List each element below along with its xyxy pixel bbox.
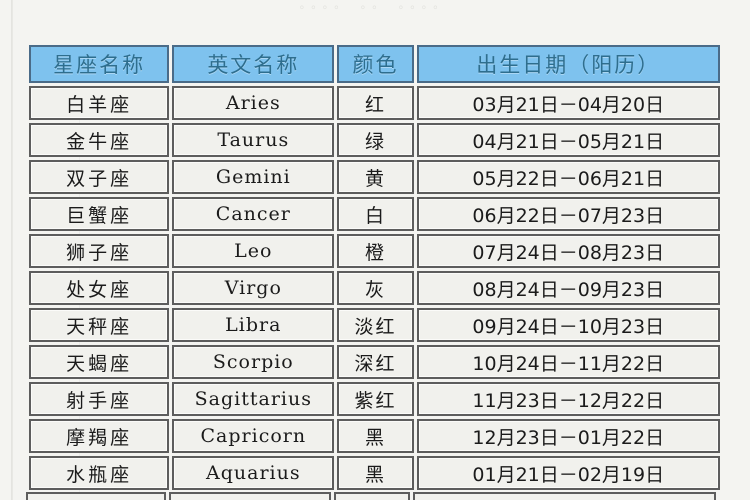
table-row: 金牛座 Taurus 绿 04月21日－05月21日 [29,123,720,157]
page-canvas: 。。。。 。。 。。。。 星座名称 英文名称 颜色 出生日期（阳历） 白羊座 Ar… [0,0,750,500]
cell-color: 灰 [337,271,414,305]
cell-en: Cancer [172,197,335,231]
cell-name: 双子座 [29,160,170,194]
table-row: 水瓶座 Aquarius 黑 01月21日－02月19日 [29,456,720,490]
cell-color: 黑 [337,419,414,453]
cell-date: 01月21日－02月19日 [416,456,720,490]
cell-color: 白 [337,197,414,231]
cell-en: Aries [172,86,335,120]
cell-date: 09月24日－10月23日 [416,308,720,342]
cell-date: 03月21日－04月20日 [416,86,720,120]
column-header-color: 颜色 [337,45,414,83]
cell-color: 深红 [337,345,414,379]
table-row: 白羊座 Aries 红 03月21日－04月20日 [29,86,720,120]
zodiac-sign-table: 星座名称 英文名称 颜色 出生日期（阳历） 白羊座 Aries 红 03月21日－04… [26,42,723,493]
clipped-bottom-row [26,492,723,500]
table-row: 处女座 Virgo 灰 08月24日－09月23日 [29,271,720,305]
cell-en: Leo [172,234,335,268]
column-header-date: 出生日期（阳历） [416,45,720,83]
cell-date: 10月24日－11月22日 [416,345,720,379]
cell-en: Virgo [172,271,335,305]
cell-en: Gemini [172,160,335,194]
table-row: 双子座 Gemini 黄 05月22日－06月21日 [29,160,720,194]
cell-name: 狮子座 [29,234,170,268]
table-row: 射手座 Sagittarius 紫红 11月23日－12月22日 [29,382,720,416]
cell-name: 处女座 [29,271,170,305]
cell-color: 黄 [337,160,414,194]
cell-name: 金牛座 [29,123,170,157]
cell-name: 白羊座 [29,86,170,120]
cell-color: 橙 [337,234,414,268]
cell-date: 11月23日－12月22日 [416,382,720,416]
cell-en: Aquarius [172,456,335,490]
table-row: 天秤座 Libra 淡红 09月24日－10月23日 [29,308,720,342]
table-row: 摩羯座 Capricorn 黑 12月23日－01月22日 [29,419,720,453]
cell-color: 紫红 [337,382,414,416]
cell-name: 巨蟹座 [29,197,170,231]
cell-name: 摩羯座 [29,419,170,453]
cell-en: Capricorn [172,419,335,453]
cell-color: 红 [337,86,414,120]
cell-en: Sagittarius [172,382,335,416]
clipped-top-text: 。。。。 。。 。。。。 [299,0,451,11]
cell-en: Libra [172,308,335,342]
cell-date: 04月21日－05月21日 [416,123,720,157]
cell-en: Scorpio [172,345,335,379]
cell-color: 黑 [337,456,414,490]
cell-color: 绿 [337,123,414,157]
cell-name: 射手座 [29,382,170,416]
page-left-rule [11,0,13,500]
column-header-name: 星座名称 [29,45,170,83]
table-row: 巨蟹座 Cancer 白 06月22日－07月23日 [29,197,720,231]
cell-name: 天秤座 [29,308,170,342]
cell-name: 天蝎座 [29,345,170,379]
cell-date: 06月22日－07月23日 [416,197,720,231]
cell-date: 08月24日－09月23日 [416,271,720,305]
cell-date: 05月22日－06月21日 [416,160,720,194]
column-header-en: 英文名称 [172,45,335,83]
cell-en: Taurus [172,123,335,157]
table-row: 狮子座 Leo 橙 07月24日－08月23日 [29,234,720,268]
cell-date: 12月23日－01月22日 [416,419,720,453]
cell-color: 淡红 [337,308,414,342]
cell-name: 水瓶座 [29,456,170,490]
table-header-row: 星座名称 英文名称 颜色 出生日期（阳历） [29,45,720,83]
cell-date: 07月24日－08月23日 [416,234,720,268]
table-row: 天蝎座 Scorpio 深红 10月24日－11月22日 [29,345,720,379]
